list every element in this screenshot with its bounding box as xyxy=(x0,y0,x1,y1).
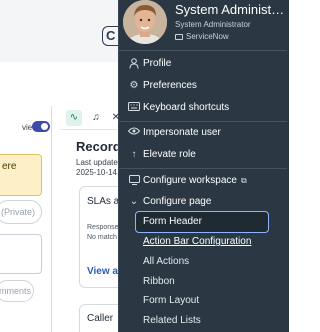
submenu-item-form-layout[interactable]: Form Layout xyxy=(119,293,285,311)
company-icon xyxy=(175,33,183,40)
menu-item-label: Preferences xyxy=(143,80,197,91)
menu-item-label: Profile xyxy=(143,58,172,69)
eye-icon xyxy=(127,127,141,139)
warning-note: ere xyxy=(0,154,42,196)
monitor-icon xyxy=(128,175,140,187)
submenu-item-label: Ribbon xyxy=(143,276,175,287)
submenu-item-label: Action Bar Configuration xyxy=(143,236,252,247)
submenu-item-form-header[interactable]: Form Header xyxy=(135,211,269,233)
submenu-item-action-bar-configuration[interactable]: Action Bar Configuration xyxy=(119,234,285,252)
left-panel: view ere (Private) mments xyxy=(0,106,52,332)
menu-item-text: Configure workspace xyxy=(143,175,237,186)
submenu-item-label: All Actions xyxy=(143,256,190,267)
view-all-link[interactable]: View al xyxy=(87,266,121,277)
avatar xyxy=(123,0,167,44)
no-match-text: No match xyxy=(87,234,117,241)
bell-icon[interactable]: ♫ xyxy=(88,110,104,126)
company-name: ServiceNow xyxy=(186,32,229,41)
activity-icon[interactable]: ∿ xyxy=(66,110,82,126)
caller-label: Caller xyxy=(87,313,114,324)
submenu-item-label: Form Layout xyxy=(143,295,200,306)
comment-textarea[interactable] xyxy=(0,234,42,274)
menu-item-impersonate-user[interactable]: Impersonate user xyxy=(119,125,285,143)
menu-item-label: Configure workspace ⧉ xyxy=(143,175,247,186)
menu-item-elevate-role[interactable]: ↑ Elevate role xyxy=(119,147,285,165)
menu-item-configure-page[interactable]: ⌄ Configure page xyxy=(119,194,285,212)
record-icon-bar: ∿ ♫ ✕ xyxy=(60,108,120,130)
user-role: System Administrator xyxy=(175,20,251,29)
last-updated-date: 2025-10-14 xyxy=(76,168,117,177)
menu-item-label: Configure page xyxy=(143,196,212,207)
submenu-item-all-actions[interactable]: All Actions xyxy=(119,254,285,272)
view-toggle[interactable] xyxy=(32,121,50,132)
menu-divider xyxy=(119,168,287,169)
submenu-item-ribbon[interactable]: Ribbon xyxy=(119,274,285,292)
gear-icon: ⚙ xyxy=(129,80,139,91)
user-menu: System Administ… System Administrator Se… xyxy=(118,0,289,332)
menu-item-profile[interactable]: Profile xyxy=(119,56,285,74)
user-company: ServiceNow xyxy=(175,32,229,41)
submenu-item-related-lists[interactable]: Related Lists xyxy=(119,313,285,331)
private-button[interactable]: (Private) xyxy=(0,200,42,224)
last-updated-label: Last updated xyxy=(76,158,123,167)
menu-item-preferences[interactable]: ⚙ Preferences xyxy=(119,78,285,96)
arrow-up-icon: ↑ xyxy=(131,149,137,160)
menu-item-configure-workspace[interactable]: Configure workspace ⧉ xyxy=(119,173,285,191)
menu-divider xyxy=(119,50,287,51)
person-icon xyxy=(128,58,140,70)
menu-item-label: Elevate role xyxy=(143,149,196,160)
submenu-item-label: Form Header xyxy=(143,216,202,227)
external-link-icon: ⧉ xyxy=(240,176,247,185)
user-name: System Administ… xyxy=(175,2,285,17)
response-label: Response xyxy=(87,224,119,231)
menu-divider xyxy=(119,121,287,122)
keyboard-icon xyxy=(128,102,140,114)
menu-item-keyboard-shortcuts[interactable]: Keyboard shortcuts xyxy=(119,100,285,118)
menu-item-label: Keyboard shortcuts xyxy=(143,102,230,113)
comments-button[interactable]: mments xyxy=(0,280,34,302)
chevron-down-icon: ⌄ xyxy=(129,196,139,207)
menu-item-label: Impersonate user xyxy=(143,127,221,138)
submenu-item-label: Related Lists xyxy=(143,315,201,326)
